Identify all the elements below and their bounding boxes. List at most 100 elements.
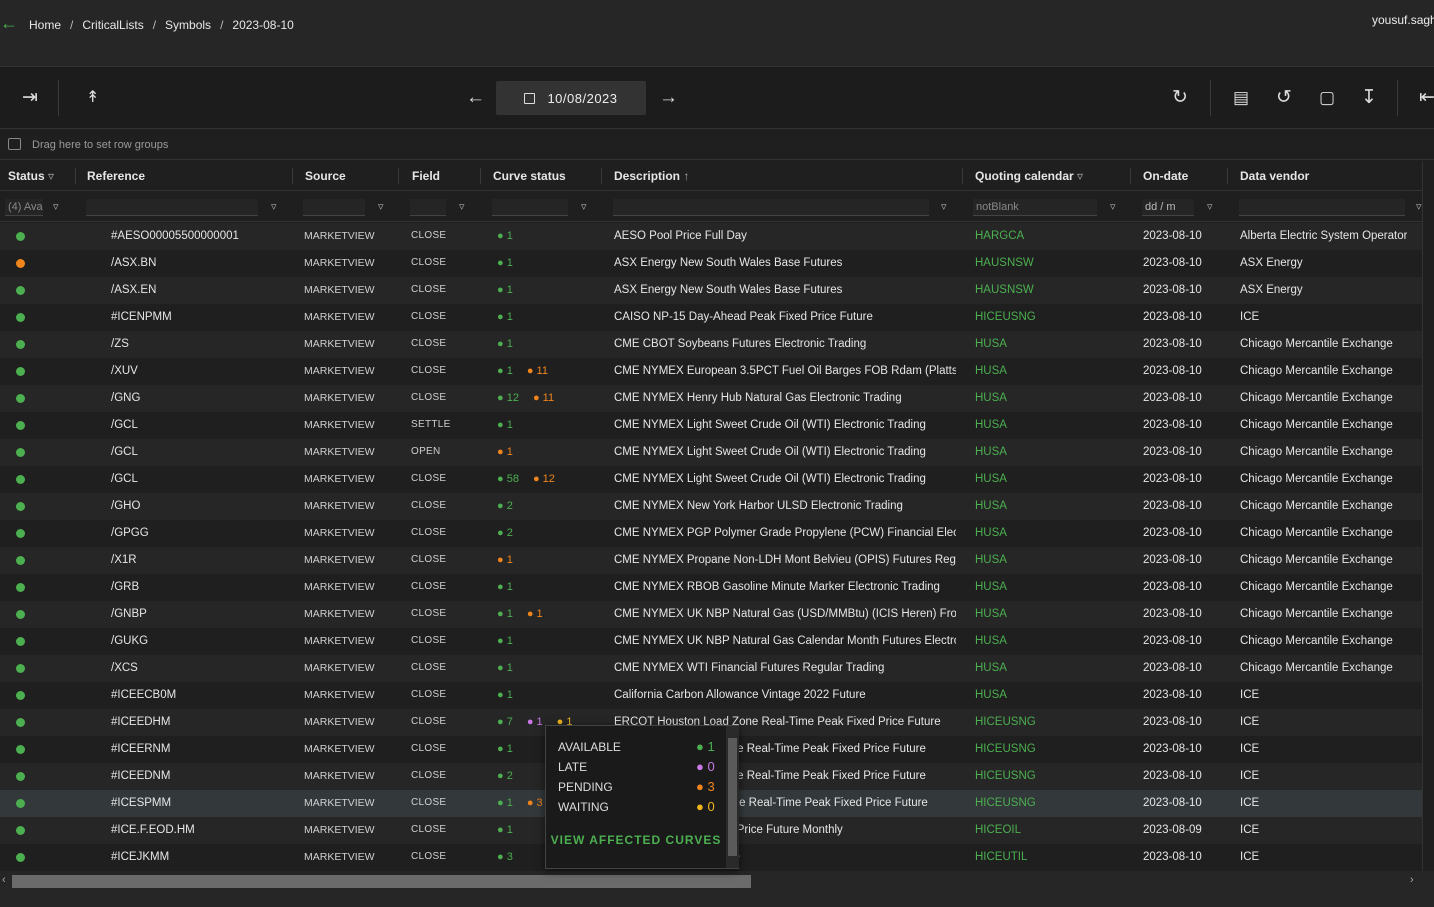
table-row[interactable]: /GPGG MARKETVIEW CLOSE ● 2 CME NYMEX PGP Pol…: [0, 520, 1422, 547]
cell-curve-status[interactable]: ● 1: [497, 662, 527, 674]
table-row[interactable]: /GUKG MARKETVIEW CLOSE ● 1 CME NYMEX UK NBP …: [0, 628, 1422, 655]
table-row[interactable]: /ZS MARKETVIEW CLOSE ● 1 CME CBOT Soybeans F…: [0, 331, 1422, 358]
back-arrow-icon[interactable]: ←: [0, 13, 18, 34]
cell-curve-status[interactable]: ● 1: [497, 689, 527, 701]
filter-icon[interactable]: ▿: [53, 200, 59, 213]
cell-curve-status[interactable]: ● 1: [497, 446, 527, 458]
table-row[interactable]: /GCL MARKETVIEW SETTLE ● 1 CME NYMEX Light S…: [0, 412, 1422, 439]
column-resize-handle[interactable]: [480, 168, 481, 184]
table-row[interactable]: /XCS MARKETVIEW CLOSE ● 1 CME NYMEX WTI Fina…: [0, 655, 1422, 682]
filter-icon[interactable]: ▿: [1110, 200, 1116, 213]
cell-curve-status[interactable]: ● 1: [497, 635, 527, 647]
previous-date-icon[interactable]: ←: [466, 87, 485, 109]
table-row[interactable]: /GNG MARKETVIEW CLOSE ● 12 ● 11 CME NYMEX Hen…: [0, 385, 1422, 412]
add-note-icon[interactable]: ▤: [1233, 87, 1249, 109]
cell-curve-status[interactable]: ● 1: [497, 230, 527, 242]
header-curve-status[interactable]: Curve status: [493, 169, 566, 183]
header-field[interactable]: Field: [412, 169, 440, 183]
filter-icon[interactable]: ▿: [581, 200, 587, 213]
horizontal-scrollbar[interactable]: ‹ ›: [0, 871, 1434, 891]
filter-icon[interactable]: ▿: [459, 200, 465, 213]
expand-panel-icon[interactable]: ⇥: [22, 87, 38, 109]
header-status[interactable]: Status ▿: [8, 169, 54, 183]
breadcrumb-symbols[interactable]: Symbols: [165, 18, 211, 32]
cell-source: MARKETVIEW: [304, 392, 375, 404]
table-row[interactable]: /XUV MARKETVIEW CLOSE ● 1 ● 11 CME NYMEX Euro…: [0, 358, 1422, 385]
date-picker[interactable]: 10/08/2023: [496, 81, 646, 115]
cell-curve-status[interactable]: ● 1: [497, 311, 527, 323]
breadcrumb-criticallists[interactable]: CriticalLists: [82, 18, 143, 32]
cell-curve-status[interactable]: ● 1: [497, 581, 527, 593]
cell-curve-status[interactable]: ● 58 ● 12: [497, 473, 569, 485]
column-resize-handle[interactable]: [1227, 168, 1228, 184]
cell-curve-status[interactable]: ● 1: [497, 554, 527, 566]
refresh-icon[interactable]: ↻: [1172, 87, 1188, 109]
collapse-all-icon[interactable]: ↟: [86, 87, 99, 109]
column-resize-handle[interactable]: [75, 168, 76, 184]
column-resize-handle[interactable]: [601, 168, 602, 184]
cell-curve-status[interactable]: ● 12 ● 11: [497, 392, 568, 404]
reference-filter-input[interactable]: [86, 199, 258, 216]
cell-curve-status[interactable]: ● 1: [497, 743, 527, 755]
filter-icon[interactable]: ▿: [1207, 200, 1213, 213]
cell-curve-status[interactable]: ● 3: [497, 851, 527, 863]
history-icon[interactable]: ↺: [1276, 87, 1292, 109]
cell-curve-status[interactable]: ● 1: [497, 824, 527, 836]
vertical-scrollbar[interactable]: [1422, 161, 1434, 871]
table-row[interactable]: /X1R MARKETVIEW CLOSE ● 1 CME NYMEX Propane …: [0, 547, 1422, 574]
quoting-calendar-filter-input[interactable]: notBlank: [973, 199, 1097, 216]
table-row[interactable]: /GRB MARKETVIEW CLOSE ● 1 CME NYMEX RBOB Gas…: [0, 574, 1422, 601]
breadcrumb-home[interactable]: Home: [29, 18, 61, 32]
description-filter-input[interactable]: [613, 199, 929, 216]
table-row[interactable]: /GNBP MARKETVIEW CLOSE ● 1 ● 1 CME NYMEX UK N…: [0, 601, 1422, 628]
scroll-left-icon[interactable]: ‹: [2, 874, 6, 886]
cell-curve-status[interactable]: ● 1 ● 1: [497, 608, 557, 620]
popup-scroll-thumb[interactable]: [728, 738, 737, 856]
table-row[interactable]: #ICENPMM MARKETVIEW CLOSE ● 1 CAISO NP-15 Da…: [0, 304, 1422, 331]
delete-icon[interactable]: ▢: [1319, 87, 1335, 109]
table-row[interactable]: /GCL MARKETVIEW OPEN ● 1 CME NYMEX Light Swe…: [0, 439, 1422, 466]
header-data-vendor[interactable]: Data vendor: [1240, 169, 1309, 183]
column-resize-handle[interactable]: [1130, 168, 1131, 184]
horizontal-scroll-thumb[interactable]: [12, 875, 751, 888]
cell-curve-status[interactable]: ● 1 ● 11: [497, 365, 562, 377]
header-reference[interactable]: Reference: [87, 169, 145, 183]
next-date-icon[interactable]: →: [659, 87, 678, 109]
data-vendor-filter-input[interactable]: [1239, 199, 1405, 216]
curve-status-filter-input[interactable]: [492, 199, 568, 216]
scroll-right-icon[interactable]: ›: [1410, 874, 1414, 886]
filter-icon[interactable]: ▿: [941, 200, 947, 213]
column-resize-handle[interactable]: [962, 168, 963, 184]
filter-icon[interactable]: ▿: [1416, 200, 1422, 213]
cell-curve-status[interactable]: ● 2: [497, 500, 527, 512]
filter-icon[interactable]: ▿: [271, 200, 277, 213]
on-date-filter-input[interactable]: dd / m: [1142, 199, 1194, 216]
table-row[interactable]: #ICEECB0M MARKETVIEW CLOSE ● 1 California Ca…: [0, 682, 1422, 709]
header-source[interactable]: Source: [305, 169, 346, 183]
source-filter-input[interactable]: [303, 199, 365, 216]
status-filter-input[interactable]: (4) Ava: [5, 199, 43, 216]
table-row[interactable]: /ASX.EN MARKETVIEW CLOSE ● 1 ASX Energy New …: [0, 277, 1422, 304]
cell-curve-status[interactable]: ● 2: [497, 770, 527, 782]
cell-curve-status[interactable]: ● 2: [497, 527, 527, 539]
column-resize-handle[interactable]: [398, 168, 399, 184]
filter-icon[interactable]: ▿: [378, 200, 384, 213]
cell-curve-status[interactable]: ● 1: [497, 257, 527, 269]
collapse-panel-icon[interactable]: ⇤: [1419, 87, 1434, 109]
download-icon[interactable]: ↧: [1361, 87, 1377, 109]
cell-curve-status[interactable]: ● 1: [497, 419, 527, 431]
table-row[interactable]: /ASX.BN MARKETVIEW CLOSE ● 1 ASX Energy New …: [0, 250, 1422, 277]
cell-curve-status[interactable]: ● 1: [497, 338, 527, 350]
header-on-date[interactable]: On-date: [1143, 169, 1188, 183]
table-row[interactable]: /GHO MARKETVIEW CLOSE ● 2 CME NYMEX New York…: [0, 493, 1422, 520]
row-group-bar[interactable]: Drag here to set row groups: [0, 130, 1434, 160]
view-affected-curves-link[interactable]: VIEW AFFECTED CURVES: [546, 832, 726, 849]
cell-curve-status[interactable]: ● 1: [497, 284, 527, 296]
header-quoting-calendar[interactable]: Quoting calendar ▿: [975, 169, 1083, 183]
table-row[interactable]: #AESO00005500000001 MARKETVIEW CLOSE ● 1 AES…: [0, 223, 1422, 250]
column-resize-handle[interactable]: [292, 168, 293, 184]
table-row[interactable]: /GCL MARKETVIEW CLOSE ● 58 ● 12 CME NYMEX Lig…: [0, 466, 1422, 493]
field-filter-input[interactable]: [410, 199, 446, 216]
header-description[interactable]: Description ↑: [614, 169, 689, 183]
user-name[interactable]: yousuf.sagh: [1372, 13, 1434, 27]
